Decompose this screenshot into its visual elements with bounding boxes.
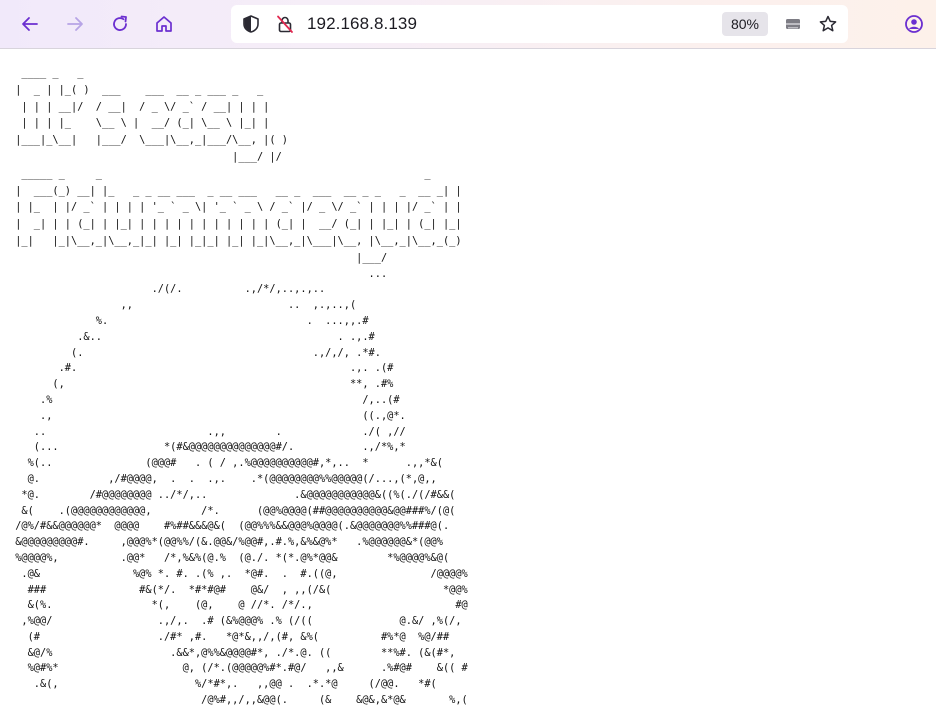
bookmark-star-icon[interactable] xyxy=(818,14,838,34)
url-bar[interactable]: 192.168.8.139 80% xyxy=(231,5,848,43)
back-arrow-icon xyxy=(22,17,38,31)
insecure-lock-icon[interactable] xyxy=(275,14,295,34)
account-button[interactable] xyxy=(898,8,930,40)
forward-button[interactable] xyxy=(59,8,91,40)
ascii-subtitle-banner: _____ _ _ _ | ___(_) __| |_ _ _ __ ___ _… xyxy=(15,167,462,264)
back-button[interactable] xyxy=(14,8,46,40)
reload-icon xyxy=(113,15,127,31)
shield-icon[interactable] xyxy=(241,14,261,34)
browser-toolbar: 192.168.8.139 80% xyxy=(0,0,936,49)
home-icon xyxy=(156,16,172,32)
reader-view-icon[interactable] xyxy=(783,14,803,34)
zoom-level-badge[interactable]: 80% xyxy=(722,12,768,36)
reload-button[interactable] xyxy=(104,8,136,40)
ascii-page-art: ____ _ _ | _ | |_( ) ___ ___ __ _ ___ _ … xyxy=(9,65,468,709)
ascii-title-banner: ____ _ _ | _ | |_( ) ___ ___ __ _ ___ _ … xyxy=(15,67,288,163)
account-icon xyxy=(905,15,923,33)
ascii-logo-art: ... ./(/. .,/*/,..,.,.. ,, .. ,.,..,( %.… xyxy=(15,267,468,707)
page-content: ____ _ _ | _ | |_( ) ___ ___ __ _ ___ _ … xyxy=(0,49,936,728)
url-text[interactable]: 192.168.8.139 xyxy=(307,14,417,34)
home-button[interactable] xyxy=(148,8,180,40)
forward-arrow-icon xyxy=(67,17,83,31)
